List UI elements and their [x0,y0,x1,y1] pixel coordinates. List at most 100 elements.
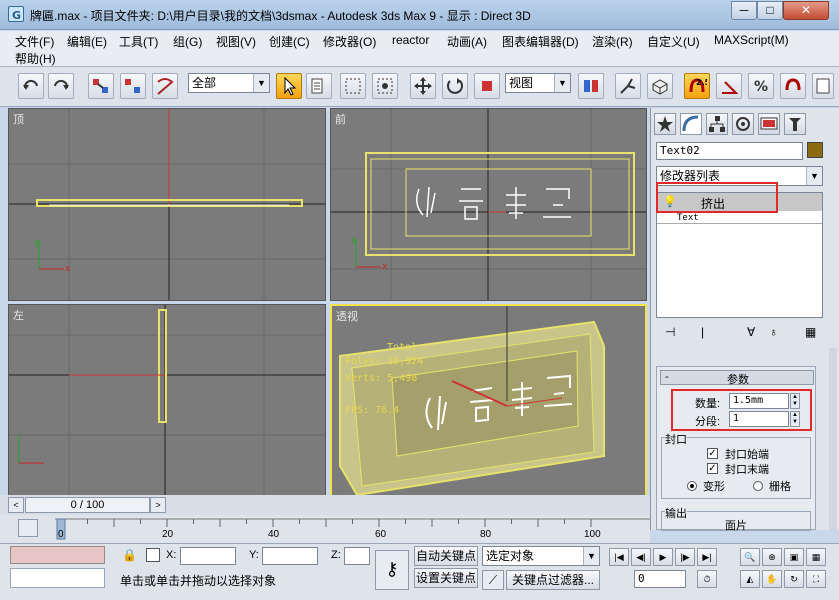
maximize-button[interactable]: □ [757,1,783,20]
pin-stack-icon[interactable]: ⊣ [665,325,675,339]
track-ruler[interactable] [55,515,650,543]
pan-view-icon[interactable]: ✋ [762,570,782,588]
viewport-perspective[interactable]: 透视 Total Polys: 16,924 Verts: 5,498 FPS:… [330,304,647,497]
select-by-name-button[interactable] [306,73,332,99]
key-mode-icon[interactable]: ⚷ [375,550,409,590]
z-coord-input[interactable] [344,547,370,565]
unlink-selection-icon[interactable] [120,73,146,99]
maxscript-listener-mini[interactable] [10,546,105,564]
undo-button[interactable] [18,73,44,99]
object-color-swatch[interactable] [807,142,823,158]
selection-filter-dropdown[interactable]: 全部 ▼ [188,73,270,93]
prompt-line: 单击或单击并拖动以选择对象 [120,574,277,588]
menu-help[interactable]: 帮助(H) [15,50,56,67]
angle-snap-toggle-icon[interactable] [716,73,742,99]
go-to-start-icon[interactable]: |◀ [609,548,629,566]
absolute-mode-toggle-icon[interactable] [146,548,160,562]
menu-graph-editors[interactable]: 图表编辑器(D) [502,33,579,50]
menu-animation[interactable]: 动画(A) [447,33,487,50]
snaps-toggle-button[interactable]: 2.5 [684,73,710,99]
next-frame-icon[interactable]: |▶ [675,548,695,566]
set-key-button[interactable]: 设置关键点 [414,568,478,588]
3dsmax-app-icon[interactable]: G [8,6,24,22]
maxscript-input[interactable] [10,568,105,588]
play-icon[interactable]: ▶ [653,548,673,566]
menu-file[interactable]: 文件(F) [15,33,54,50]
x-coord-input[interactable] [180,547,236,565]
time-configuration-icon[interactable]: ⏱ [697,570,717,588]
viewport-front[interactable]: 前 zx [330,108,647,301]
named-selection-sets-icon[interactable] [812,73,834,99]
viewport-top[interactable]: 顶 yx [8,108,326,301]
tick-label-60: 60 [375,529,387,540]
menu-maxscript[interactable]: MAXScript(M) [714,33,789,47]
remove-modifier-icon[interactable]: ♁ [769,325,778,339]
time-slider-thumb[interactable]: 0 / 100 [25,497,150,513]
current-frame-input[interactable]: 0 [634,570,686,588]
select-and-rotate-button[interactable] [442,73,468,99]
morph-radio[interactable] [687,481,697,491]
window-crossing-toggle[interactable] [372,73,398,99]
make-unique-icon[interactable]: ∀ [747,325,755,339]
select-object-button[interactable] [276,73,302,99]
configure-modifier-sets-icon[interactable]: ▦ [805,325,816,339]
rollout-header-parameters[interactable]: - 参数 [660,370,814,386]
minimize-button[interactable]: ─ [731,1,757,20]
select-and-move-button[interactable] [410,73,436,99]
arc-rotate-icon[interactable]: ↻ [784,570,804,588]
close-button[interactable]: ✕ [783,1,829,20]
key-tangent-icon[interactable]: ⟋ [482,570,504,590]
motion-tab-icon[interactable] [732,113,754,135]
maximize-viewport-icon[interactable]: ⛶ [806,570,826,588]
menu-rendering[interactable]: 渲染(R) [592,33,633,50]
zoom-extents-icon[interactable]: ▣ [784,548,804,566]
object-name-field[interactable]: Text02 [656,142,803,160]
create-tab-icon[interactable] [654,113,676,135]
lock-selection-icon[interactable]: 🔒 [122,548,137,562]
stack-item-text[interactable]: Text [677,213,699,223]
menu-customize[interactable]: 自定义(U) [647,33,700,50]
display-tab-icon[interactable] [758,113,780,135]
mini-curve-editor-icon[interactable] [18,519,38,537]
reference-coordinate-dropdown[interactable]: 视图 ▼ [505,73,571,93]
select-and-scale-button[interactable] [474,73,500,99]
menu-views[interactable]: 视图(V) [216,33,256,50]
go-to-end-icon[interactable]: ▶| [697,548,717,566]
show-end-result-icon[interactable]: | [701,325,704,339]
keyboard-shortcut-override-icon[interactable] [647,73,673,99]
cap-start-checkbox[interactable]: ✓ [707,448,718,459]
percent-snap-toggle-icon[interactable]: % [748,73,774,99]
zoom-icon[interactable]: 🔍 [740,548,760,566]
menu-reactor[interactable]: reactor [392,33,429,47]
field-of-view-icon[interactable]: ◭ [740,570,760,588]
command-panel-scrollbar[interactable] [829,348,837,530]
key-filters-button[interactable]: 关键点过滤器... [506,570,600,590]
use-pivot-center-icon[interactable] [578,73,604,99]
modify-tab-icon[interactable] [680,113,702,135]
utilities-tab-icon[interactable] [784,113,806,135]
previous-frame-icon[interactable]: ◀| [631,548,651,566]
cap-end-checkbox[interactable]: ✓ [707,463,718,474]
menu-group[interactable]: 组(G) [173,33,202,50]
spinner-snap-toggle-icon[interactable] [780,73,806,99]
auto-key-button[interactable]: 自动关键点 [414,546,478,566]
zoom-extents-all-icon[interactable]: ▦ [806,548,826,566]
menu-edit[interactable]: 编辑(E) [67,33,107,50]
select-and-manipulate-icon[interactable] [615,73,641,99]
rectangular-selection-region-button[interactable] [340,73,366,99]
grid-radio[interactable] [753,481,763,491]
hierarchy-tab-icon[interactable] [706,113,728,135]
key-selection-set-dropdown[interactable]: 选定对象 ▼ [482,546,600,566]
y-coord-input[interactable] [262,547,318,565]
menu-create[interactable]: 创建(C) [269,33,310,50]
viewport-left[interactable]: 左 [8,304,326,497]
bind-to-space-warp-icon[interactable] [152,73,178,99]
redo-button[interactable] [48,73,74,99]
zoom-all-icon[interactable]: ⊕ [762,548,782,566]
time-slider-next-icon[interactable]: > [150,497,166,513]
menu-modifiers[interactable]: 修改器(O) [323,33,376,50]
select-and-link-icon[interactable] [88,73,114,99]
time-slider-prev-icon[interactable]: < [8,497,24,513]
menu-tools[interactable]: 工具(T) [119,33,158,50]
chevron-down-icon: ▼ [554,74,570,92]
